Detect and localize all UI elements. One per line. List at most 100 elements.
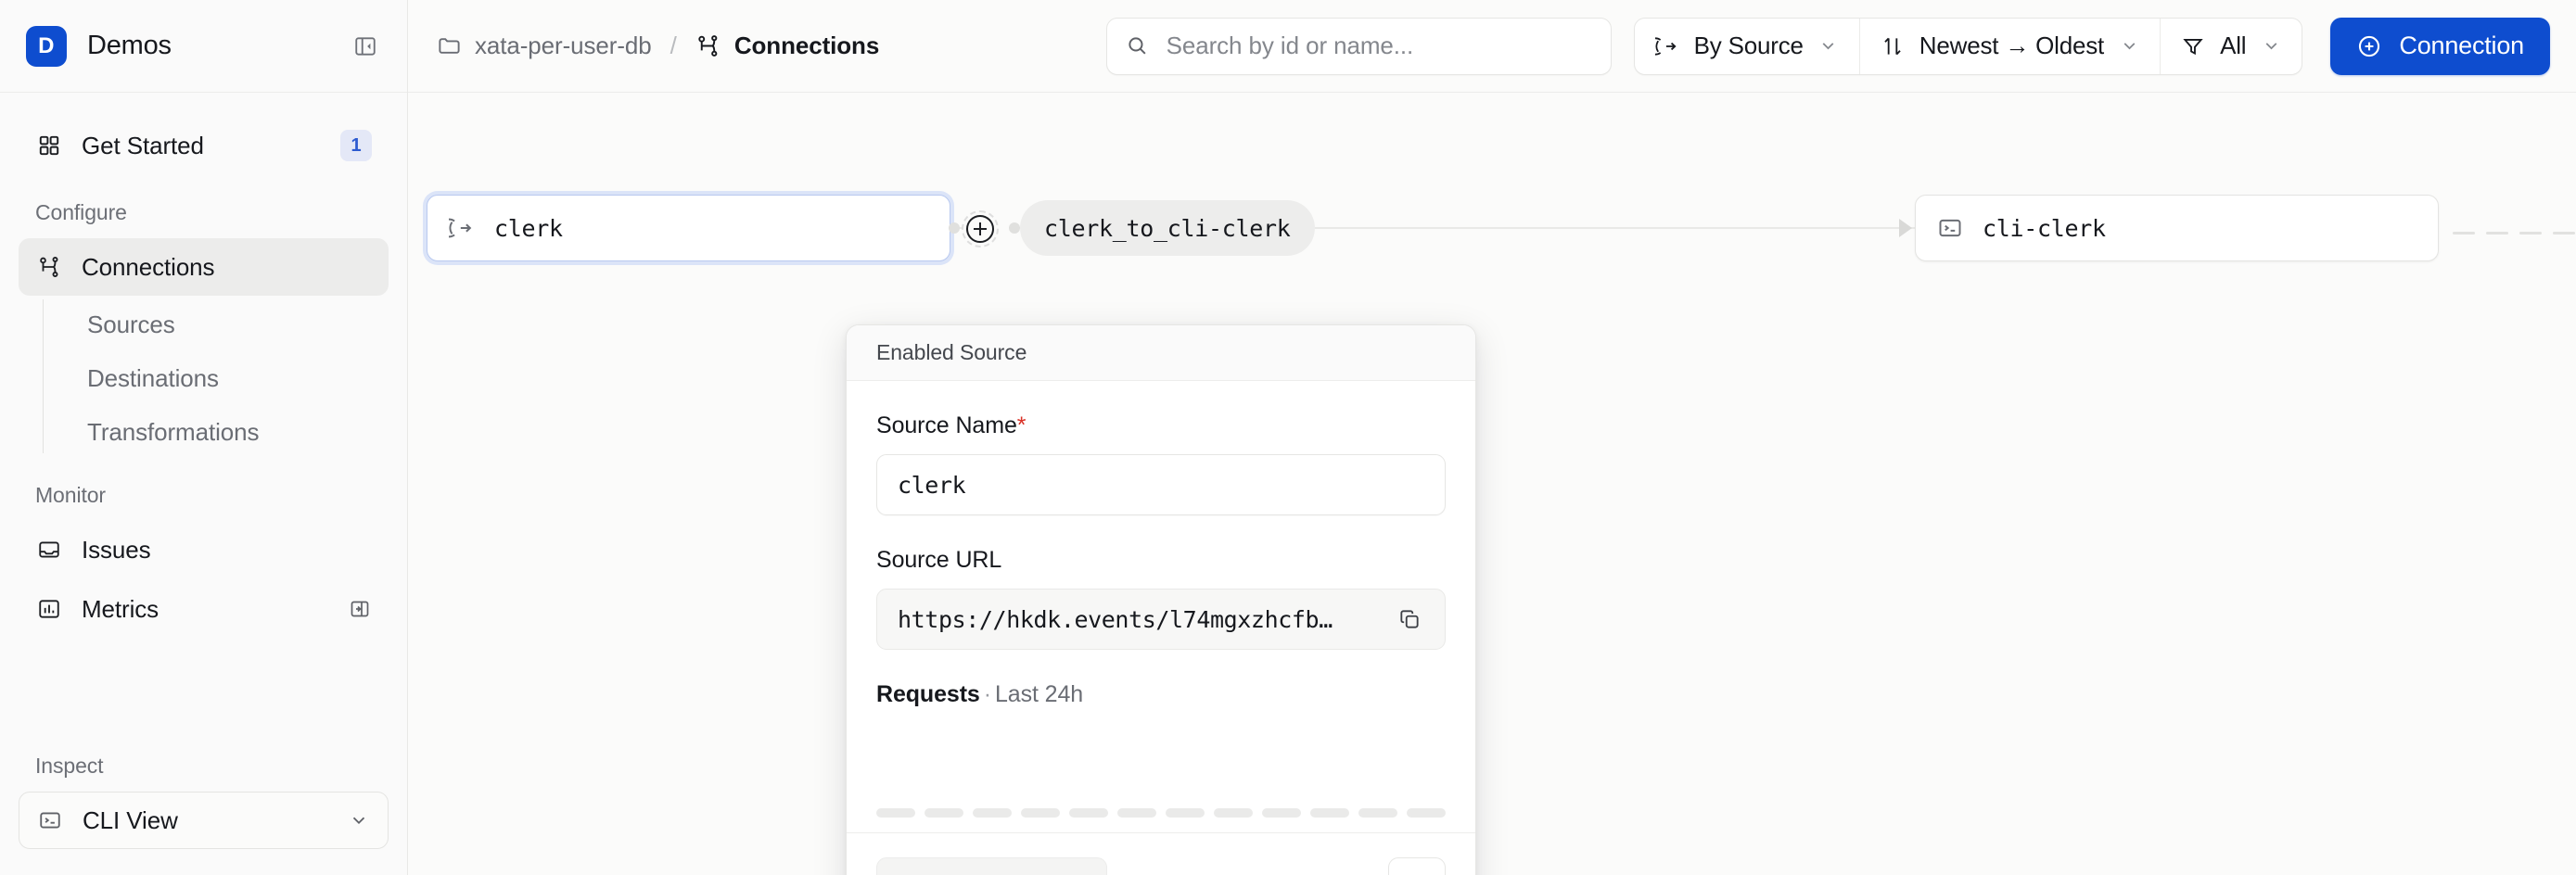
sidebar: D Demos Get Started 1 Configure Connecti… bbox=[0, 0, 408, 875]
chevron-down-icon bbox=[1818, 36, 1839, 57]
open-source-label: Open Source bbox=[942, 871, 1082, 875]
destination-node-cli-clerk[interactable]: cli-clerk bbox=[1915, 195, 2439, 261]
sidebar-group-monitor-title: Monitor bbox=[35, 483, 106, 507]
main-area: xata-per-user-db / Connections Search by… bbox=[408, 0, 2576, 875]
edge-dashed-tail bbox=[2453, 232, 2576, 235]
connections-canvas[interactable]: clerk clerk_to_cli-clerk cli-clerk Enabl… bbox=[408, 93, 2576, 875]
source-name-label: Source Name* bbox=[876, 412, 1446, 439]
app-root: D Demos Get Started 1 Configure Connecti… bbox=[0, 0, 2576, 875]
requests-range: Last 24h bbox=[994, 681, 1084, 707]
sidebar-item-label: Metrics bbox=[82, 594, 159, 623]
breadcrumb-item-connections[interactable]: Connections bbox=[695, 32, 879, 60]
org-avatar: D bbox=[26, 25, 67, 67]
search-icon bbox=[1126, 34, 1150, 58]
chevron-down-icon bbox=[347, 808, 371, 832]
sidebar-header: D Demos bbox=[0, 0, 407, 93]
source-name-field-block: Source Name* bbox=[876, 412, 1446, 515]
requests-sparkline bbox=[876, 740, 1446, 825]
source-node-label: clerk bbox=[494, 214, 563, 242]
sort-arrows-icon bbox=[1881, 34, 1905, 58]
source-node-clerk[interactable]: clerk bbox=[427, 195, 950, 261]
breadcrumb-item-project[interactable]: xata-per-user-db bbox=[436, 32, 652, 60]
popover-body: Source Name* Source URL https://hkdk.eve… bbox=[847, 381, 1475, 832]
requests-title: Requests bbox=[876, 681, 980, 707]
more-options-button[interactable]: … bbox=[1388, 857, 1446, 875]
popover-header: Enabled Source bbox=[847, 325, 1475, 381]
connection-flow-row: clerk clerk_to_cli-clerk cli-clerk bbox=[408, 195, 2576, 261]
add-connection-button[interactable]: Connection bbox=[2330, 17, 2550, 75]
pill-left-handle[interactable] bbox=[1009, 222, 1020, 234]
source-details-popover: Enabled Source Source Name* Source URL h… bbox=[846, 324, 1476, 875]
nodes-icon bbox=[35, 253, 63, 281]
cli-view-label: CLI View bbox=[83, 805, 178, 834]
sidebar-item-sources[interactable]: Sources bbox=[43, 298, 389, 351]
source-url-label: Source URL bbox=[876, 547, 1002, 573]
connection-pill-label: clerk_to_cli-clerk bbox=[1044, 214, 1291, 242]
add-connection-label: Connection bbox=[2399, 32, 2524, 59]
sidebar-footer: Inspect CLI View bbox=[0, 729, 407, 875]
panel-collapse-icon[interactable] bbox=[348, 29, 383, 64]
get-started-badge: 1 bbox=[340, 130, 372, 161]
sidebar-item-label: Issues bbox=[82, 535, 151, 564]
top-toolbar: xata-per-user-db / Connections Search by… bbox=[408, 0, 2576, 93]
org-name: Demos bbox=[87, 31, 172, 60]
folder-icon bbox=[436, 33, 462, 59]
cli-view-select[interactable]: CLI View bbox=[19, 792, 389, 849]
source-url-readonly-row: https://hkdk.events/l74mgxzhcfb… bbox=[876, 589, 1446, 650]
source-name-label-text: Source Name bbox=[876, 412, 1017, 438]
requests-section-label: Requests · Last 24h bbox=[876, 681, 1446, 708]
source-name-input[interactable] bbox=[876, 454, 1446, 515]
sidebar-subnav: Sources Destinations Transformations bbox=[19, 298, 389, 459]
popover-header-label: Enabled Source bbox=[876, 340, 1027, 364]
edge-pill-to-destination bbox=[1224, 227, 1915, 229]
terminal-icon bbox=[1936, 214, 1964, 242]
open-source-button[interactable]: Open Source bbox=[876, 857, 1108, 875]
sidebar-group-inspect-title: Inspect bbox=[35, 754, 104, 778]
chevron-down-icon bbox=[2119, 36, 2139, 57]
filter-all-label: All bbox=[2220, 32, 2247, 59]
sidebar-group-configure-title: Configure bbox=[35, 200, 127, 224]
source-arrow-icon bbox=[448, 214, 476, 242]
breadcrumb: xata-per-user-db / Connections bbox=[436, 32, 879, 60]
sidebar-item-label: Connections bbox=[82, 252, 215, 281]
sort-order-dropdown[interactable]: Newest → Oldest bbox=[1860, 18, 2162, 74]
breadcrumb-label: Connections bbox=[733, 32, 880, 59]
plus-circle-icon bbox=[2356, 33, 2382, 59]
bar-chart-icon bbox=[35, 595, 63, 623]
filter-all-dropdown[interactable]: All bbox=[2161, 19, 2302, 74]
source-node-handle[interactable] bbox=[949, 222, 960, 234]
connection-pill[interactable]: clerk_to_cli-clerk bbox=[1020, 200, 1315, 256]
source-arrow-icon bbox=[1654, 34, 1679, 58]
nodes-icon bbox=[695, 33, 721, 59]
group-by-source-label: By Source bbox=[1693, 32, 1804, 59]
grid-icon bbox=[35, 132, 63, 159]
sort-order-label: Newest → Oldest bbox=[1919, 32, 2105, 59]
sidebar-nav: Get Started 1 Configure Connections Sour… bbox=[0, 93, 407, 729]
sidebar-item-connections[interactable]: Connections bbox=[19, 238, 389, 296]
terminal-icon bbox=[36, 806, 64, 834]
destination-node-label: cli-clerk bbox=[1983, 214, 2106, 242]
source-url-field-block: Source URL https://hkdk.events/l74mgxzhc… bbox=[876, 547, 1446, 650]
add-transformation-button[interactable] bbox=[962, 210, 999, 247]
copy-icon[interactable] bbox=[1393, 602, 1426, 636]
group-by-source-dropdown[interactable]: By Source bbox=[1635, 18, 1860, 74]
search-input[interactable] bbox=[1166, 32, 1592, 60]
requests-separator: · bbox=[983, 681, 991, 707]
sidebar-item-issues[interactable]: Issues bbox=[19, 521, 389, 578]
breadcrumb-separator: / bbox=[670, 32, 677, 59]
required-marker: * bbox=[1016, 412, 1027, 438]
plus-circle-icon bbox=[966, 215, 994, 243]
search-box[interactable] bbox=[1105, 17, 1612, 75]
sidebar-item-destinations[interactable]: Destinations bbox=[43, 351, 389, 405]
inbox-icon bbox=[35, 536, 63, 564]
breadcrumb-label: xata-per-user-db bbox=[475, 32, 652, 59]
filter-icon bbox=[2181, 34, 2205, 58]
source-url-value: https://hkdk.events/l74mgxzhcfb… bbox=[898, 605, 1333, 633]
sidebar-item-label: Get Started bbox=[82, 131, 204, 159]
sidebar-item-transformations[interactable]: Transformations bbox=[43, 405, 389, 459]
chevron-down-icon bbox=[2261, 36, 2281, 57]
sidebar-item-metrics[interactable]: Metrics bbox=[19, 580, 389, 638]
sidebar-item-get-started[interactable]: Get Started 1 bbox=[19, 117, 389, 174]
external-panel-icon[interactable] bbox=[348, 597, 372, 621]
toolbar-filter-group: By Source Newest → Oldest All bbox=[1633, 17, 2303, 75]
